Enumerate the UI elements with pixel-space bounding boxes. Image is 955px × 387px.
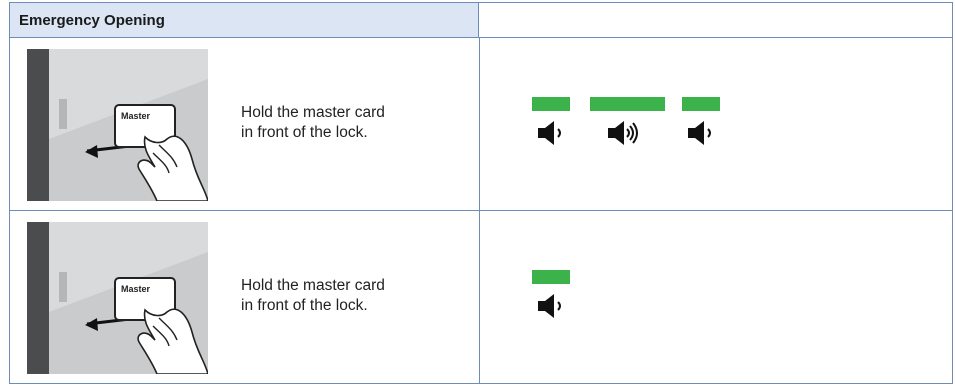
led-green-short	[532, 97, 570, 111]
table-row: Master Hold the master card in front of …	[9, 38, 953, 211]
column-divider	[479, 211, 480, 383]
instruction-line: Hold the master card	[241, 104, 385, 121]
speaker-short-icon	[688, 121, 711, 145]
instruction-line: Hold the master card	[241, 277, 385, 294]
led-green-short	[532, 270, 570, 284]
svg-text:Master: Master	[121, 111, 151, 121]
speaker-short-icon	[538, 294, 561, 318]
instruction-line: in front of the lock.	[241, 124, 368, 141]
master-card-hand-illustration: Master	[27, 49, 208, 201]
led-green-long	[590, 97, 665, 111]
master-card-hand-illustration: Master	[27, 222, 208, 374]
speaker-short-icon	[538, 121, 561, 145]
column-divider	[479, 38, 480, 210]
instruction-text: Hold the master card in front of the loc…	[241, 103, 461, 143]
svg-text:Master: Master	[121, 284, 151, 294]
instruction-line: in front of the lock.	[241, 297, 368, 314]
emergency-opening-table: Emergency Opening Master Hold the master…	[9, 2, 953, 384]
table-header-empty-cell	[478, 2, 953, 38]
table-title: Emergency Opening	[19, 12, 165, 29]
speaker-long-icon	[608, 121, 638, 145]
table-header: Emergency Opening	[9, 2, 479, 38]
led-green-short	[682, 97, 720, 111]
table-row: Master Hold the master card in front of …	[9, 211, 953, 384]
instruction-text: Hold the master card in front of the loc…	[241, 276, 461, 316]
